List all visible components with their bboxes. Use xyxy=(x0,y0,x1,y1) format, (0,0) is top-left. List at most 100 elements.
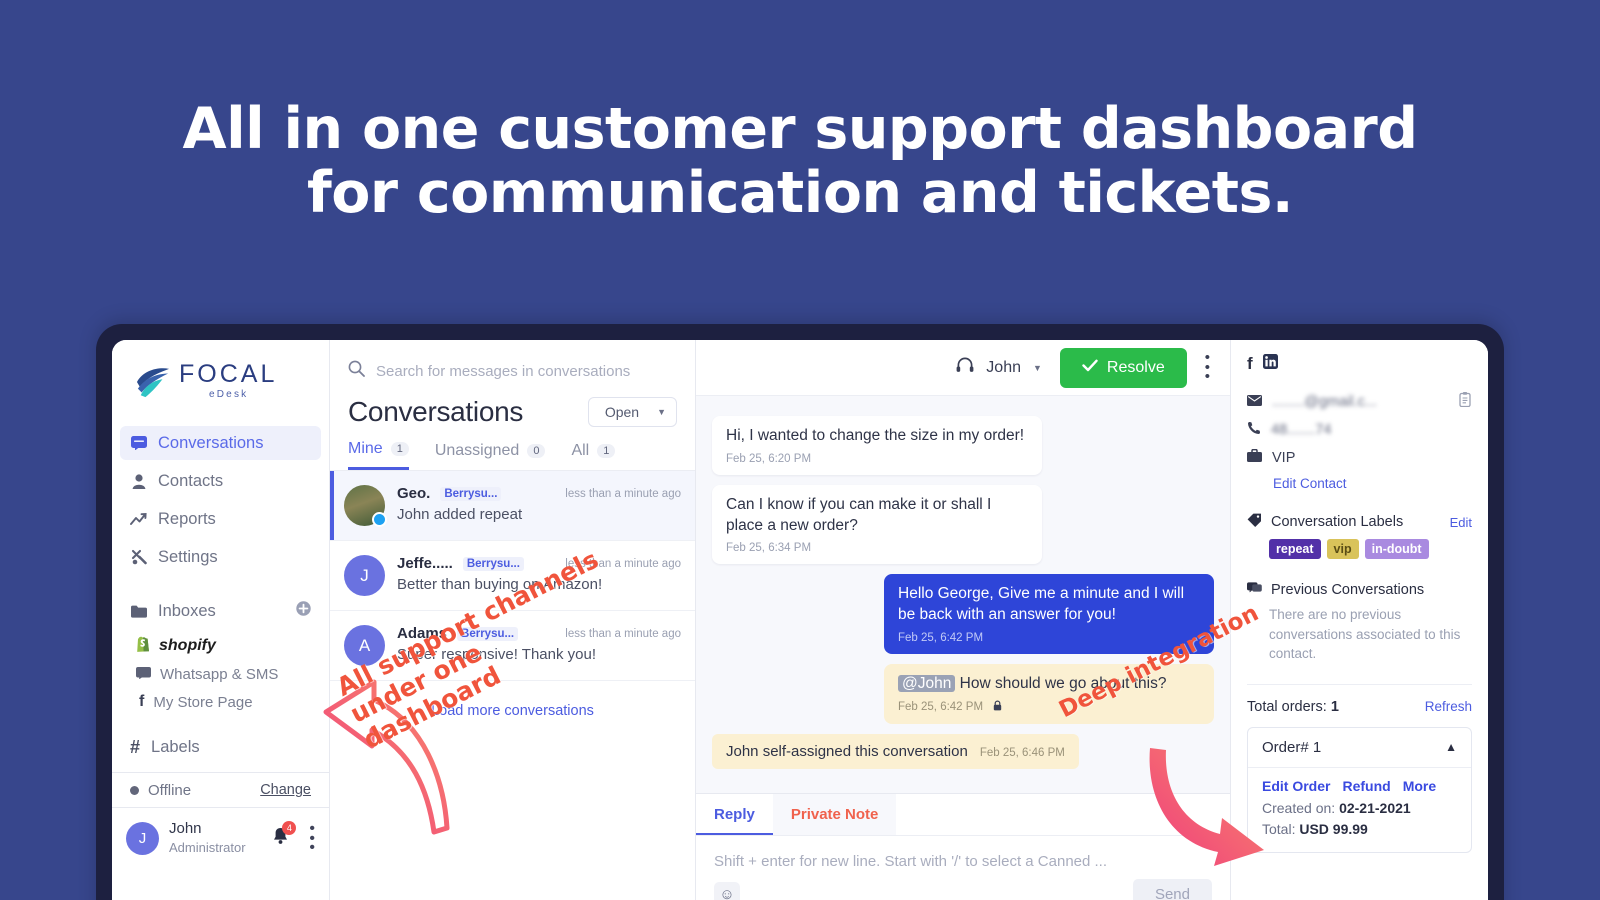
avatar xyxy=(344,485,387,527)
status-filter-select[interactable]: Open ▼ xyxy=(587,397,677,427)
contact-name: Geo. xyxy=(397,485,431,502)
order-created-value: 02-21-2021 xyxy=(1339,799,1411,816)
composer-tabs: Reply Private Note xyxy=(696,793,1230,836)
channel-item-shopify[interactable]: shopify xyxy=(136,632,329,660)
contact-company: VIP xyxy=(1272,449,1296,466)
channel-label: Whatsapp & SMS xyxy=(160,665,279,683)
sidebar-section-inboxes[interactable]: Inboxes xyxy=(112,596,329,626)
edit-order-link[interactable]: Edit Order xyxy=(1262,778,1330,794)
avatar: J xyxy=(126,821,159,855)
assignee-select[interactable]: John ▼ xyxy=(950,357,1048,378)
linkedin-icon[interactable] xyxy=(1262,354,1278,374)
refresh-orders-link[interactable]: Refresh xyxy=(1425,699,1472,714)
conversation-list-header: Conversations Open ▼ xyxy=(330,388,695,428)
app-screen: FOCAL eDesk Conversations Contacts Repor… xyxy=(112,340,1488,900)
timestamp: less than a minute ago xyxy=(565,627,681,640)
status-label: Offline xyxy=(148,781,192,799)
tab-label: Mine xyxy=(348,440,383,457)
order-actions: Edit Order Refund More xyxy=(1248,768,1471,796)
avatar: A xyxy=(344,625,385,666)
order-total-label: Total: xyxy=(1262,820,1296,837)
refund-link[interactable]: Refund xyxy=(1342,778,1390,794)
tab-unassigned[interactable]: Unassigned 0 xyxy=(435,440,546,470)
message-timestamp: Feb 25, 6:42 PM xyxy=(898,701,984,713)
system-message: John self-assigned this conversation Feb… xyxy=(712,733,1079,769)
send-button[interactable]: Send xyxy=(1132,879,1212,900)
orders-section-header: Total orders: 1 Refresh xyxy=(1247,683,1472,715)
sidebar-item-labels[interactable]: # Labels xyxy=(112,730,329,764)
contact-socials: f xyxy=(1247,354,1472,374)
logo-subtext: eDesk xyxy=(209,389,249,400)
user-menu-kebab-icon[interactable]: • • • xyxy=(299,821,315,856)
list-item[interactable]: A Adams Berrysu... less than a minute ag… xyxy=(330,611,695,681)
headset-icon xyxy=(956,357,974,378)
facebook-icon[interactable]: f xyxy=(1247,354,1253,374)
contact-phone-row: 48.......74 xyxy=(1247,421,1472,439)
folder-icon xyxy=(130,605,147,618)
sidebar-item-label: Conversations xyxy=(158,433,264,452)
conversation-labels-section: Conversation Labels Edit repeat vip in-d… xyxy=(1247,513,1472,559)
sidebar-labels-label: Labels xyxy=(151,737,200,756)
message-text: How should we go about this? xyxy=(959,674,1167,692)
contact-email-row: ........@gmail.c... xyxy=(1247,392,1472,411)
check-icon xyxy=(1082,359,1098,377)
previous-conversations-empty-text: There are no previous conversations asso… xyxy=(1269,607,1461,662)
tab-private-note[interactable]: Private Note xyxy=(772,793,897,835)
list-item[interactable]: Geo. Berrysu... less than a minute ago J… xyxy=(330,471,695,541)
sidebar-item-reports[interactable]: Reports xyxy=(120,502,321,536)
logo-wordmark: FOCAL xyxy=(179,360,278,388)
chart-line-icon xyxy=(130,512,147,526)
channel-item-whatsapp-sms[interactable]: Whatsapp & SMS xyxy=(136,660,329,688)
headline-line-2: for communication and tickets. xyxy=(306,159,1294,226)
status-badge[interactable]: in-doubt xyxy=(1364,539,1429,559)
message-preview: Better than buying on Amazon! xyxy=(397,576,603,593)
load-more-conversations-link[interactable]: Load more conversations xyxy=(330,681,695,741)
previous-conversations-title: Previous Conversations xyxy=(1271,581,1425,598)
add-inbox-button[interactable] xyxy=(296,601,311,621)
tab-mine[interactable]: Mine 1 xyxy=(348,440,409,470)
tab-reply[interactable]: Reply xyxy=(696,794,773,835)
search-icon xyxy=(348,360,365,382)
change-status-link[interactable]: Change xyxy=(260,782,311,798)
channel-item-my-store-page[interactable]: f My Store Page xyxy=(136,688,329,716)
lock-icon xyxy=(993,700,1002,716)
contact-phone: 48.......74 xyxy=(1271,422,1332,438)
hash-icon: # xyxy=(130,736,141,757)
chevron-down-icon: ▼ xyxy=(657,407,666,417)
sidebar-item-label: Reports xyxy=(158,509,216,528)
sidebar-item-settings[interactable]: Settings xyxy=(120,540,321,574)
phone-icon xyxy=(1247,421,1261,439)
order-meta: Created on: 02-21-2021 Total: USD 99.99 xyxy=(1248,796,1471,852)
previous-conversations-section: Previous Conversations There are no prev… xyxy=(1247,581,1472,664)
labels-section-title: Conversation Labels xyxy=(1271,514,1404,530)
conversation-menu-kebab-icon[interactable]: • • • xyxy=(1199,350,1216,384)
order-number: Order# 1 xyxy=(1262,738,1322,756)
current-user-row[interactable]: J John Administrator 4 • • • xyxy=(112,808,329,857)
copy-icon[interactable] xyxy=(1458,392,1472,411)
status-badge[interactable]: repeat xyxy=(1269,539,1321,559)
sidebar-item-contacts[interactable]: Contacts xyxy=(120,464,321,498)
sidebar-item-conversations[interactable]: Conversations xyxy=(120,426,321,460)
reply-input[interactable]: Shift + enter for new line. Start with '… xyxy=(696,836,1230,872)
edit-contact-link[interactable]: Edit Contact xyxy=(1247,476,1472,491)
notifications-button[interactable]: 4 xyxy=(272,820,297,850)
search-input[interactable]: Search for messages in conversations xyxy=(330,340,695,388)
timestamp: less than a minute ago xyxy=(565,487,681,500)
tab-label: Unassigned xyxy=(434,441,520,459)
message-timestamp: Feb 25, 6:42 PM xyxy=(898,631,984,644)
list-item[interactable]: J Jeffe..... Berrysu... less than a minu… xyxy=(330,541,695,611)
emoji-icon[interactable]: ☺ xyxy=(714,881,740,900)
current-user-role: Administrator xyxy=(169,839,246,855)
chevron-down-icon: ▼ xyxy=(1033,362,1042,373)
resolve-button[interactable]: Resolve xyxy=(1059,347,1187,388)
status-badge[interactable]: vip xyxy=(1326,539,1359,559)
order-card-header[interactable]: Order# 1 ▲ xyxy=(1248,728,1471,768)
tab-all[interactable]: All 1 xyxy=(571,440,616,470)
more-link[interactable]: More xyxy=(1403,778,1436,794)
message-preview: Super responsive! Thank you! xyxy=(397,646,597,663)
chevron-up-icon: ▲ xyxy=(1445,740,1457,755)
resolve-label: Resolve xyxy=(1106,358,1165,376)
conversation-toolbar: John ▼ Resolve • • • xyxy=(696,340,1230,396)
avatar: J xyxy=(344,555,385,596)
edit-labels-link[interactable]: Edit xyxy=(1450,515,1472,530)
